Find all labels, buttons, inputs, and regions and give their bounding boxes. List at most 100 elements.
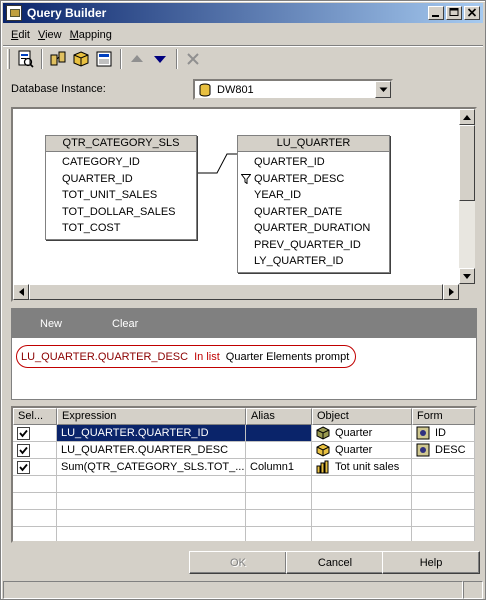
maximize-button[interactable] <box>446 6 462 20</box>
minimize-button[interactable] <box>428 6 444 20</box>
alias-cell[interactable] <box>246 442 312 459</box>
close-icon <box>467 8 477 17</box>
table-field[interactable]: LY_QUARTER_ID <box>238 253 389 270</box>
move-up-button[interactable] <box>126 48 148 70</box>
object-cell[interactable]: Tot unit sales <box>312 459 412 476</box>
scroll-left-button[interactable] <box>13 284 29 300</box>
table-field[interactable]: TOT_UNIT_SALES <box>46 187 196 204</box>
delete-button[interactable] <box>182 48 204 70</box>
toolbar-separator <box>41 48 43 69</box>
zoom-button[interactable] <box>93 48 115 70</box>
object-label: Quarter <box>335 444 373 456</box>
expression-cell[interactable]: LU_QUARTER.QUARTER_ID <box>57 425 246 442</box>
expression-cell[interactable]: Sum(QTR_CATEGORY_SLS.TOT_... <box>57 459 246 476</box>
horizontal-scrollbar[interactable] <box>13 284 459 300</box>
help-button[interactable]: Help <box>382 551 480 574</box>
column-header-expression[interactable]: Expression <box>57 408 246 425</box>
form-cell[interactable]: ID <box>412 425 475 442</box>
menu-bar: Edit View Mapping <box>3 25 483 45</box>
column-header-form[interactable]: Form <box>412 408 475 425</box>
table-field[interactable]: QUARTER_DURATION <box>238 220 389 237</box>
clear-filter-button[interactable]: Clear <box>84 318 156 330</box>
size-grip[interactable] <box>463 581 483 599</box>
move-down-icon <box>154 55 166 63</box>
cube-icon <box>73 50 89 67</box>
empty-cell <box>246 493 312 510</box>
status-panel <box>3 581 463 599</box>
checkmark-icon <box>19 429 28 437</box>
close-button[interactable] <box>464 6 480 20</box>
scroll-up-button[interactable] <box>459 109 475 125</box>
move-down-button[interactable] <box>149 48 171 70</box>
menu-mapping[interactable]: Mapping <box>66 29 116 41</box>
table-field[interactable]: QUARTER_DATE <box>238 204 389 221</box>
table-field[interactable]: TOT_DOLLAR_SALES <box>46 204 196 221</box>
form-icon <box>416 443 430 457</box>
window-title: Query Builder <box>27 6 107 20</box>
alias-cell[interactable]: Column1 <box>246 459 312 476</box>
column-header-select[interactable]: Sel... <box>13 408 57 425</box>
select-checkbox[interactable] <box>17 426 30 440</box>
table-field[interactable]: PREV_QUARTER_ID <box>238 237 389 254</box>
table-row[interactable]: LU_QUARTER.QUARTER_DESC Quarter DESC <box>13 442 475 459</box>
menu-view[interactable]: View <box>34 29 66 41</box>
column-header-alias[interactable]: Alias <box>246 408 312 425</box>
scroll-down-icon <box>463 273 471 279</box>
toolbar-grip[interactable] <box>7 48 10 69</box>
diagram-pane[interactable]: QTR_CATEGORY_SLS CATEGORY_ID QUARTER_ID … <box>11 107 477 302</box>
form-cell[interactable]: DESC <box>412 442 475 459</box>
attribute-icon <box>316 443 330 457</box>
table-qtr-category-sls[interactable]: QTR_CATEGORY_SLS CATEGORY_ID QUARTER_ID … <box>45 135 197 240</box>
filter-value[interactable]: Quarter Elements prompt <box>226 351 350 363</box>
scroll-right-icon <box>448 288 454 296</box>
scroll-down-button[interactable] <box>459 268 475 284</box>
title-bar[interactable]: Query Builder <box>3 3 483 23</box>
vertical-scrollbar[interactable] <box>459 109 475 284</box>
object-cell[interactable]: Quarter <box>312 442 412 459</box>
scroll-right-button[interactable] <box>443 284 459 300</box>
dropdown-arrow-button[interactable] <box>375 81 391 98</box>
expression-cell[interactable]: LU_QUARTER.QUARTER_DESC <box>57 442 246 459</box>
table-lu-quarter[interactable]: LU_QUARTER QUARTER_ID QUARTER_DESC YEAR_… <box>237 135 390 273</box>
table-field-filtered[interactable]: QUARTER_DESC <box>238 171 389 188</box>
cancel-button[interactable]: Cancel <box>286 551 384 574</box>
empty-cell <box>57 476 246 493</box>
object-label: Tot unit sales <box>335 461 400 473</box>
report-button[interactable] <box>14 48 36 70</box>
menu-edit[interactable]: Edit <box>7 29 34 41</box>
filter-toolbar: New Clear <box>12 309 476 338</box>
table-field[interactable]: YEAR_ID <box>238 187 389 204</box>
scroll-thumb[interactable] <box>29 284 443 300</box>
filter-operator[interactable]: In list <box>194 351 220 363</box>
table-field[interactable]: QUARTER_ID <box>46 171 196 188</box>
table-field[interactable]: QUARTER_ID <box>238 154 389 171</box>
empty-cell <box>246 476 312 493</box>
filter-condition[interactable]: LU_QUARTER.QUARTER_DESC In list Quarter … <box>16 345 357 368</box>
ok-button[interactable]: OK <box>189 551 287 574</box>
empty-cell <box>412 493 475 510</box>
table-name: LU_QUARTER <box>238 136 389 152</box>
delete-icon <box>187 52 199 65</box>
report-icon <box>18 50 34 68</box>
table-row[interactable]: LU_QUARTER.QUARTER_ID Quarter ID <box>13 425 475 442</box>
tables-button[interactable] <box>47 48 69 70</box>
alias-cell[interactable] <box>246 425 312 442</box>
toolbar-separator <box>120 48 122 69</box>
filter-expression[interactable]: LU_QUARTER.QUARTER_DESC <box>21 351 188 363</box>
scroll-thumb[interactable] <box>459 125 475 201</box>
checkmark-icon <box>19 446 28 454</box>
object-cell[interactable]: Quarter <box>312 425 412 442</box>
form-cell[interactable] <box>412 459 475 476</box>
caption-buttons <box>428 6 480 20</box>
table-row[interactable]: Sum(QTR_CATEGORY_SLS.TOT_... Column1 Tot… <box>13 459 475 476</box>
column-header-object[interactable]: Object <box>312 408 412 425</box>
table-field[interactable]: TOT_COST <box>46 220 196 237</box>
cube-button[interactable] <box>70 48 92 70</box>
database-instance-select[interactable]: DW801 <box>193 79 393 100</box>
empty-cell <box>246 527 312 541</box>
select-checkbox[interactable] <box>17 460 30 474</box>
table-field[interactable]: CATEGORY_ID <box>46 154 196 171</box>
new-filter-button[interactable]: New <box>12 318 84 330</box>
database-icon <box>199 83 211 96</box>
select-checkbox[interactable] <box>17 443 30 457</box>
